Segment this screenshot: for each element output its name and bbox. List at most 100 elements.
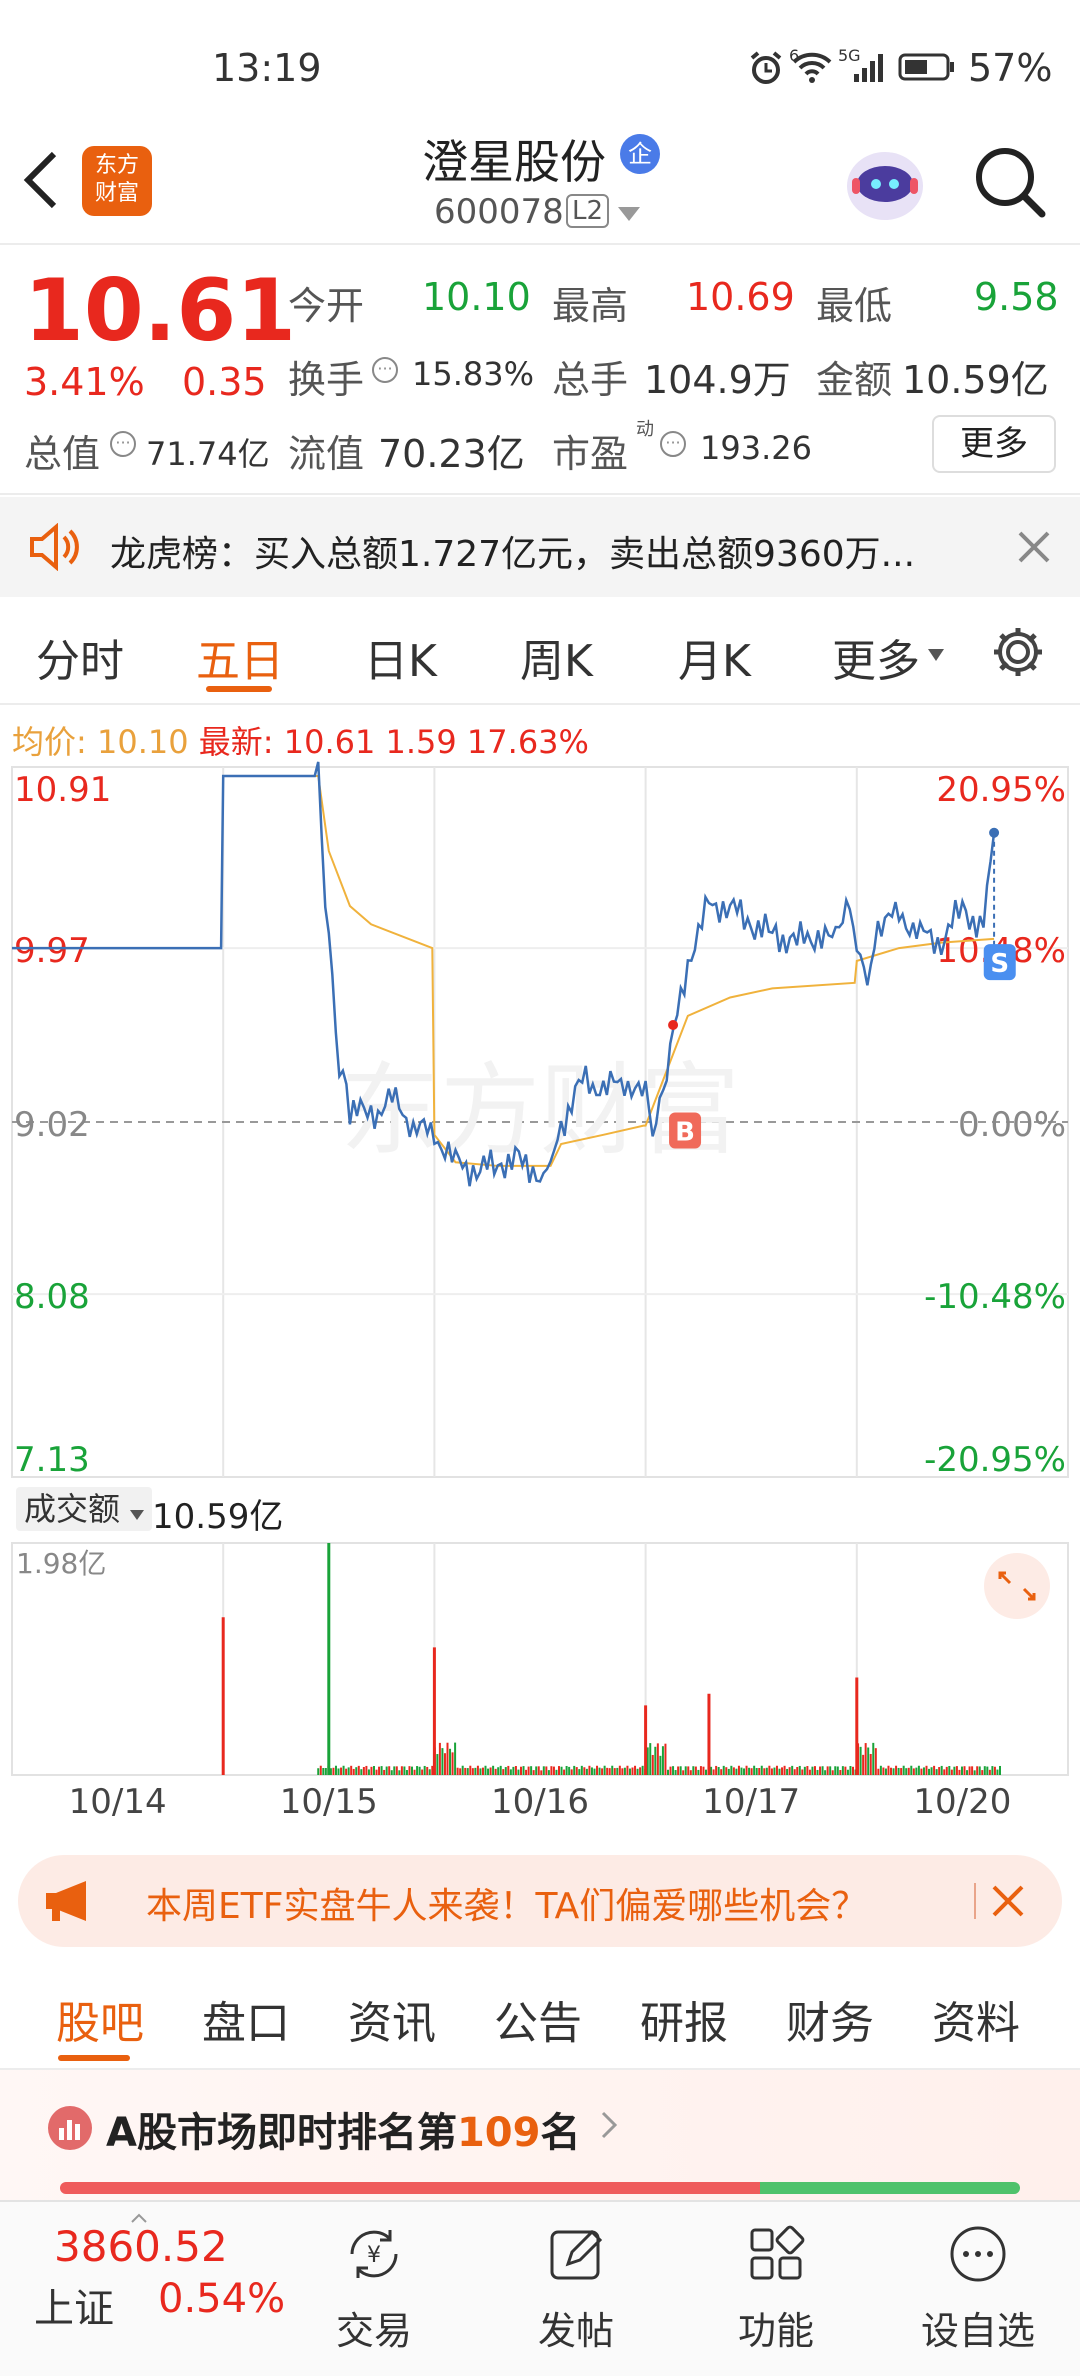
stock-header: 东方 财富 澄星股份 企 600078 L2 bbox=[0, 120, 1080, 245]
trade-button[interactable]: ¥ 交易 bbox=[304, 2222, 444, 2355]
buy-point-dot bbox=[668, 1019, 679, 1030]
chevron-down-icon[interactable] bbox=[928, 646, 944, 665]
banner-divider bbox=[974, 1883, 976, 1919]
x-tick-label: 10/16 bbox=[491, 1782, 589, 1822]
rank-bar-up bbox=[60, 2182, 760, 2194]
tab-monthly-k[interactable]: 月K bbox=[678, 625, 751, 689]
index-value: 3860.52 bbox=[54, 2222, 228, 2271]
five-day-chart[interactable]: 均价: 10.10 最新: 10.61 1.59 17.63% 10.91 20.… bbox=[0, 705, 1080, 1835]
low-label: 最低 bbox=[816, 284, 893, 328]
rank-number: 109 bbox=[456, 2110, 541, 2156]
y-tick-right: 0.00% bbox=[958, 1105, 1066, 1145]
wifi-6-label: 6 bbox=[789, 46, 800, 65]
tab-announcements[interactable]: 公告 bbox=[494, 1987, 582, 2051]
level-badge[interactable]: L2 bbox=[566, 194, 610, 228]
y-tick-left: 9.02 bbox=[14, 1105, 90, 1145]
high-value: 10.69 bbox=[686, 275, 795, 319]
svg-text:¥: ¥ bbox=[367, 2243, 381, 2268]
float-cap-label: 流值 bbox=[288, 432, 365, 476]
y-tick-right: -20.95% bbox=[924, 1440, 1066, 1480]
volume-total: 10.59亿 bbox=[152, 1497, 284, 1537]
post-label: 发帖 bbox=[537, 2309, 614, 2353]
active-tab-indicator bbox=[206, 686, 272, 692]
period-tabs: 分时 五日 日K 周K 月K 更多 bbox=[0, 600, 1080, 705]
dragon-tiger-notice[interactable]: 龙虎榜：买入总额1.727亿元，卖出总额9360万... bbox=[0, 497, 1080, 597]
volume-value: 104.9万 bbox=[644, 358, 791, 402]
high-label: 最高 bbox=[552, 284, 629, 328]
megaphone-icon bbox=[44, 1879, 98, 1927]
tab-daily-k[interactable]: 日K bbox=[364, 625, 437, 689]
dots-info-icon[interactable]: ··· bbox=[660, 431, 686, 457]
dots-info-icon[interactable]: ··· bbox=[110, 431, 136, 457]
y-tick-left: 10.91 bbox=[14, 770, 111, 810]
trade-marker-label: S bbox=[990, 949, 1009, 979]
index-ticker[interactable]: 3860.52 上证 0.54% bbox=[0, 2202, 300, 2378]
market-rank-bar[interactable]: A股市场即时排名第109名 bbox=[0, 2070, 1080, 2200]
tab-more[interactable]: 更多 bbox=[832, 625, 920, 689]
rank-text: A股市场即时排名第109名 bbox=[106, 2100, 580, 2158]
rank-suffix: 名 bbox=[540, 2110, 581, 2156]
pe-dynamic-sup: 动 bbox=[636, 419, 654, 440]
functions-button[interactable]: 功能 bbox=[706, 2222, 846, 2355]
turnover-label: 换手 bbox=[288, 358, 365, 402]
quote-panel: 10.61 3.41% 0.35 今开 10.10 最高 10.69 最低 9.… bbox=[0, 245, 1080, 495]
etf-promo-banner[interactable]: 本周ETF实盘牛人来袭！TA们偏爱哪些机会？ bbox=[18, 1855, 1062, 1947]
low-value: 9.58 bbox=[974, 275, 1059, 319]
edit-icon bbox=[550, 2229, 603, 2280]
expand-icon[interactable] bbox=[984, 1553, 1050, 1619]
search-icon[interactable] bbox=[972, 144, 1048, 224]
post-button[interactable]: 发帖 bbox=[506, 2222, 646, 2355]
volume-selector[interactable]: 成交额 bbox=[16, 1487, 153, 1531]
close-icon[interactable] bbox=[990, 1883, 1026, 1923]
x-tick-label: 10/20 bbox=[913, 1782, 1011, 1822]
status-bar: 13:19 6 5G 57% bbox=[0, 0, 1080, 120]
close-icon[interactable] bbox=[1016, 529, 1052, 569]
more-dots-icon bbox=[950, 2226, 1006, 2282]
add-watchlist-label: 设自选 bbox=[920, 2309, 1035, 2353]
eastmoney-logo: 东方 财富 bbox=[82, 146, 152, 216]
y-tick-left: 9.97 bbox=[14, 931, 90, 971]
change-percent: 3.41% bbox=[24, 360, 145, 404]
back-icon[interactable] bbox=[20, 148, 64, 216]
banner-text: 本周ETF实盘牛人来袭！TA们偏爱哪些机会？ bbox=[146, 1886, 868, 1927]
trade-icon: ¥ bbox=[350, 2230, 398, 2278]
change-amount: 0.35 bbox=[182, 360, 267, 404]
dots-info-icon[interactable]: ··· bbox=[372, 357, 398, 383]
chart-canvas: 10.9120.95%9.9710.48%9.020.00%8.08-10.48… bbox=[11, 761, 1069, 1822]
x-tick-label: 10/14 bbox=[69, 1782, 167, 1822]
add-watchlist-button[interactable]: 设自选 bbox=[908, 2222, 1048, 2355]
tab-finance[interactable]: 财务 bbox=[786, 1987, 874, 2051]
gear-icon[interactable] bbox=[990, 624, 1046, 684]
tab-profile[interactable]: 资料 bbox=[932, 1987, 1020, 2051]
rank-prefix: A股市场即时排名第 bbox=[106, 2110, 457, 2156]
pe-value: 193.26 bbox=[700, 429, 812, 467]
turnover-value: 15.83% bbox=[412, 355, 535, 393]
trade-label: 交易 bbox=[335, 2309, 412, 2353]
status-time: 13:19 bbox=[212, 46, 322, 90]
stock-name: 澄星股份 bbox=[422, 135, 606, 189]
tab-intraday[interactable]: 分时 bbox=[36, 625, 124, 689]
tab-five-day[interactable]: 五日 bbox=[196, 625, 284, 689]
bottom-toolbar: 3860.52 上证 0.54% ¥ 交易 发帖 功能 设自选 bbox=[0, 2200, 1080, 2376]
tab-research[interactable]: 研报 bbox=[640, 1987, 728, 2051]
x-tick-label: 10/15 bbox=[280, 1782, 378, 1822]
tab-news[interactable]: 资讯 bbox=[348, 1987, 436, 2051]
x-tick-label: 10/17 bbox=[702, 1782, 800, 1822]
robot-assistant-icon[interactable] bbox=[840, 138, 930, 228]
volume-label: 总手 bbox=[552, 358, 629, 402]
current-price: 10.61 bbox=[24, 261, 297, 361]
tab-weekly-k[interactable]: 周K bbox=[520, 625, 593, 689]
y-tick-left: 8.08 bbox=[14, 1277, 90, 1317]
pe-label: 市盈 bbox=[552, 432, 629, 476]
chevron-right-icon[interactable] bbox=[600, 2110, 618, 2144]
trade-marker-label: B bbox=[675, 1118, 695, 1148]
speaker-icon bbox=[28, 522, 82, 575]
y-tick-right: 20.95% bbox=[936, 770, 1066, 810]
rank-bar-down bbox=[760, 2182, 1020, 2194]
index-name: 上证 bbox=[34, 2286, 114, 2332]
functions-label: 功能 bbox=[737, 2309, 814, 2353]
tab-pankou[interactable]: 盘口 bbox=[202, 1987, 290, 2051]
chevron-down-icon[interactable] bbox=[618, 206, 640, 225]
more-button[interactable]: 更多 bbox=[932, 415, 1056, 473]
tab-guba[interactable]: 股吧 bbox=[56, 1987, 144, 2051]
